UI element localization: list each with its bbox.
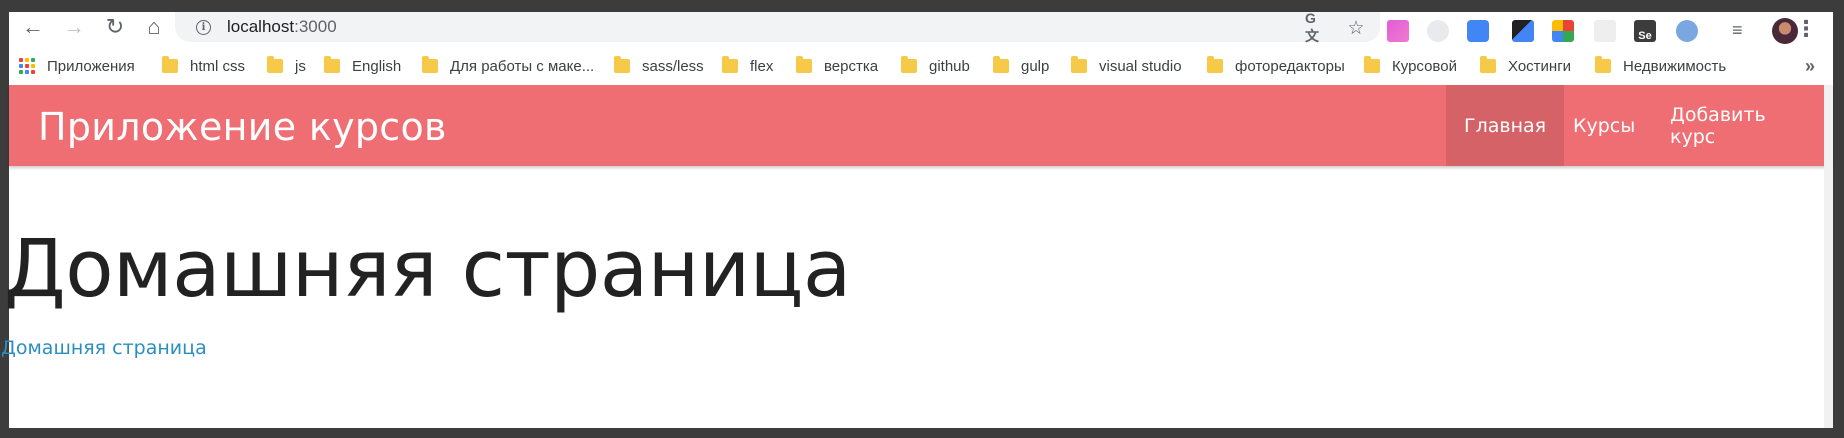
bookmark-folder[interactable]: sass/less <box>614 56 704 76</box>
bookmark-folder[interactable]: English <box>324 56 401 76</box>
site-info-icon[interactable]: i <box>196 20 211 35</box>
url-port: :3000 <box>294 17 337 36</box>
extension-google-translate-icon[interactable] <box>1467 20 1489 42</box>
page-title: Домашняя страница <box>4 223 851 315</box>
folder-icon <box>1480 56 1496 73</box>
bookmark-label: sass/less <box>642 57 704 75</box>
bookmark-label: English <box>352 57 402 75</box>
folder-icon <box>722 56 738 73</box>
bookmark-label: gulp <box>1021 57 1050 75</box>
bookmark-label: Приложения <box>47 57 135 75</box>
browser-menu-icon[interactable]: ⋮ <box>1795 18 1817 40</box>
bookmarks-bar: Приложения html css js English Для работ… <box>9 48 1833 82</box>
bookmark-folder[interactable]: верстка <box>796 56 878 76</box>
folder-icon <box>1364 56 1380 73</box>
folder-icon <box>1207 56 1223 73</box>
folder-icon <box>267 56 283 73</box>
folder-icon <box>162 56 178 73</box>
page-scrollbar[interactable] <box>1824 85 1833 428</box>
bookmark-label: Хостинги <box>1508 57 1572 75</box>
extension-blue-circle-icon[interactable] <box>1676 20 1698 42</box>
extension-eyedropper-icon[interactable] <box>1512 20 1534 42</box>
bookmark-folder[interactable]: flex <box>722 56 773 76</box>
apps-icon <box>19 58 35 74</box>
bookmark-folder[interactable]: github <box>901 56 970 76</box>
bookmark-star-icon[interactable]: ☆ <box>1346 18 1366 39</box>
home-page-link[interactable]: Домашняя страница <box>1 337 207 359</box>
window-frame-top <box>0 0 1844 12</box>
bookmark-label: Для работы с маке... <box>450 57 595 75</box>
browser-chrome: ← → ↻ ⌂ i localhost:3000 G文 ☆ Se ≡ ⋮ При… <box>9 10 1833 85</box>
bookmark-label: верстка <box>824 57 879 75</box>
folder-icon <box>1071 56 1087 73</box>
browser-toolbar: ← → ↻ ⌂ i localhost:3000 G文 ☆ Se ≡ ⋮ <box>9 10 1833 46</box>
bookmark-folder[interactable]: фоторедакторы <box>1207 56 1345 76</box>
home-icon[interactable]: ⌂ <box>139 12 169 42</box>
window-frame-bottom <box>0 428 1844 438</box>
folder-icon <box>901 56 917 73</box>
bookmark-label: Курсовой <box>1392 57 1457 75</box>
bookmark-label: фоторедакторы <box>1235 57 1345 75</box>
folder-icon <box>324 56 340 73</box>
window-frame-left <box>0 0 9 438</box>
reload-icon[interactable]: ↻ <box>100 12 130 42</box>
folder-icon <box>1595 56 1611 73</box>
bookmark-label: Недвижимость <box>1623 57 1727 75</box>
bookmark-label: js <box>295 57 306 75</box>
bookmark-label: github <box>929 57 970 75</box>
bookmark-folder[interactable]: gulp <box>993 56 1049 76</box>
bookmark-label: html css <box>190 57 246 75</box>
bookmark-folder[interactable]: Для работы с маке... <box>422 56 594 76</box>
media-playlist-icon[interactable]: ≡ <box>1732 20 1754 42</box>
navbar: Приложение курсов Главная Курсы Добавить… <box>9 85 1833 166</box>
bookmark-folder[interactable]: Хостинги <box>1480 56 1571 76</box>
address-bar[interactable]: i localhost:3000 G文 ☆ <box>175 10 1380 44</box>
bookmark-label: visual studio <box>1099 57 1182 75</box>
bookmark-folder[interactable]: Недвижимость <box>1595 56 1726 76</box>
back-arrow-icon[interactable]: ← <box>18 12 48 42</box>
nav-link-courses[interactable]: Курсы <box>1555 85 1653 166</box>
window-frame-right <box>1833 0 1844 438</box>
nav-link-add-course[interactable]: Добавить курс <box>1652 85 1833 166</box>
bookmark-apps[interactable]: Приложения <box>19 56 135 76</box>
bookmark-folder[interactable]: visual studio <box>1071 56 1182 76</box>
extension-chat-icon[interactable] <box>1427 20 1449 42</box>
url-host: localhost <box>227 17 295 36</box>
folder-icon <box>796 56 812 73</box>
more-bookmarks-button[interactable]: » <box>1805 56 1815 77</box>
nav-link-home[interactable]: Главная <box>1446 85 1565 166</box>
forward-arrow-icon[interactable]: → <box>59 12 89 42</box>
extension-se-icon[interactable]: Se <box>1634 20 1656 42</box>
extension-colorful-grid-icon[interactable] <box>1552 20 1574 42</box>
folder-icon <box>422 56 438 73</box>
page-content: Приложение курсов Главная Курсы Добавить… <box>1 85 1833 428</box>
extension-gray-icon[interactable] <box>1594 20 1616 42</box>
bookmark-folder[interactable]: html css <box>162 56 245 76</box>
folder-icon <box>993 56 1009 73</box>
bookmark-folder[interactable]: Курсовой <box>1364 56 1457 76</box>
translate-icon[interactable]: G文 <box>1305 10 1325 44</box>
bookmark-label: flex <box>750 57 774 75</box>
url-text[interactable]: localhost:3000 <box>227 17 337 37</box>
bookmark-folder[interactable]: js <box>267 56 306 76</box>
brand-logo[interactable]: Приложение курсов <box>38 105 447 149</box>
extension-gradient-icon[interactable] <box>1387 20 1409 42</box>
folder-icon <box>614 56 630 73</box>
